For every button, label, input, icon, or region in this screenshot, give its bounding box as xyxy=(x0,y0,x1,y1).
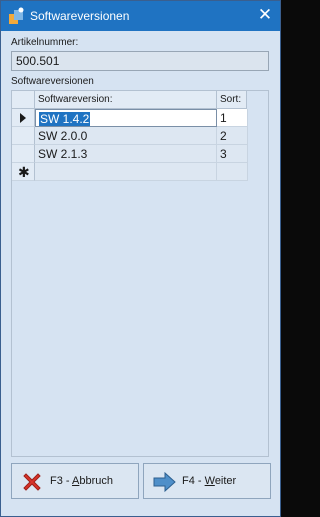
next-button-label: F4 - Weiter xyxy=(182,475,237,487)
grid-corner-header xyxy=(12,91,35,109)
close-button[interactable]: ✕ xyxy=(250,1,280,31)
sort-cell[interactable]: 3 xyxy=(217,145,248,163)
table-row[interactable]: SW 1.4.2 1 xyxy=(12,109,248,127)
red-x-icon xyxy=(23,473,41,491)
version-cell[interactable]: SW 1.4.2 xyxy=(35,109,217,127)
column-header-softwareversion[interactable]: Softwareversion: xyxy=(35,91,217,109)
current-row-arrow-icon xyxy=(20,113,26,123)
sort-cell[interactable]: 1 xyxy=(217,109,248,127)
cancel-button[interactable]: F3 - Abbruch xyxy=(11,463,139,499)
new-row-asterisk-icon: ✱ xyxy=(18,164,30,180)
sort-cell[interactable]: 2 xyxy=(217,127,248,145)
row-selector[interactable] xyxy=(12,127,35,145)
grid-header: Softwareversion: Sort: xyxy=(12,91,268,109)
blue-arrow-right-icon xyxy=(153,471,176,493)
title-bar: Softwareversionen ✕ xyxy=(1,1,280,31)
article-number-label: Artikelnummer: xyxy=(11,37,79,48)
versions-section-label: Softwareversionen xyxy=(11,76,94,87)
column-header-sort[interactable]: Sort: xyxy=(217,91,247,109)
versions-grid[interactable]: Softwareversion: Sort: SW 1.4.2 1 SW 2.0… xyxy=(11,90,269,457)
softwareversionen-dialog: Softwareversionen ✕ Artikelnummer: Softw… xyxy=(0,0,281,517)
close-icon: ✕ xyxy=(257,5,273,24)
next-button[interactable]: F4 - Weiter xyxy=(143,463,271,499)
version-cell-text: SW 1.4.2 xyxy=(39,112,91,126)
new-version-cell[interactable] xyxy=(35,163,217,181)
app-icon xyxy=(9,7,24,24)
version-cell[interactable]: SW 2.0.0 xyxy=(35,127,217,145)
window-title: Softwareversionen xyxy=(30,9,130,23)
row-selector[interactable] xyxy=(12,109,35,127)
new-sort-cell[interactable] xyxy=(217,163,248,181)
row-selector[interactable]: ✱ xyxy=(12,163,35,181)
article-number-field[interactable] xyxy=(11,51,269,71)
version-cell[interactable]: SW 2.1.3 xyxy=(35,145,217,163)
new-row[interactable]: ✱ xyxy=(12,163,248,181)
table-row[interactable]: SW 2.0.0 2 xyxy=(12,127,248,145)
row-selector[interactable] xyxy=(12,145,35,163)
cancel-button-label: F3 - Abbruch xyxy=(50,475,113,487)
table-row[interactable]: SW 2.1.3 3 xyxy=(12,145,248,163)
